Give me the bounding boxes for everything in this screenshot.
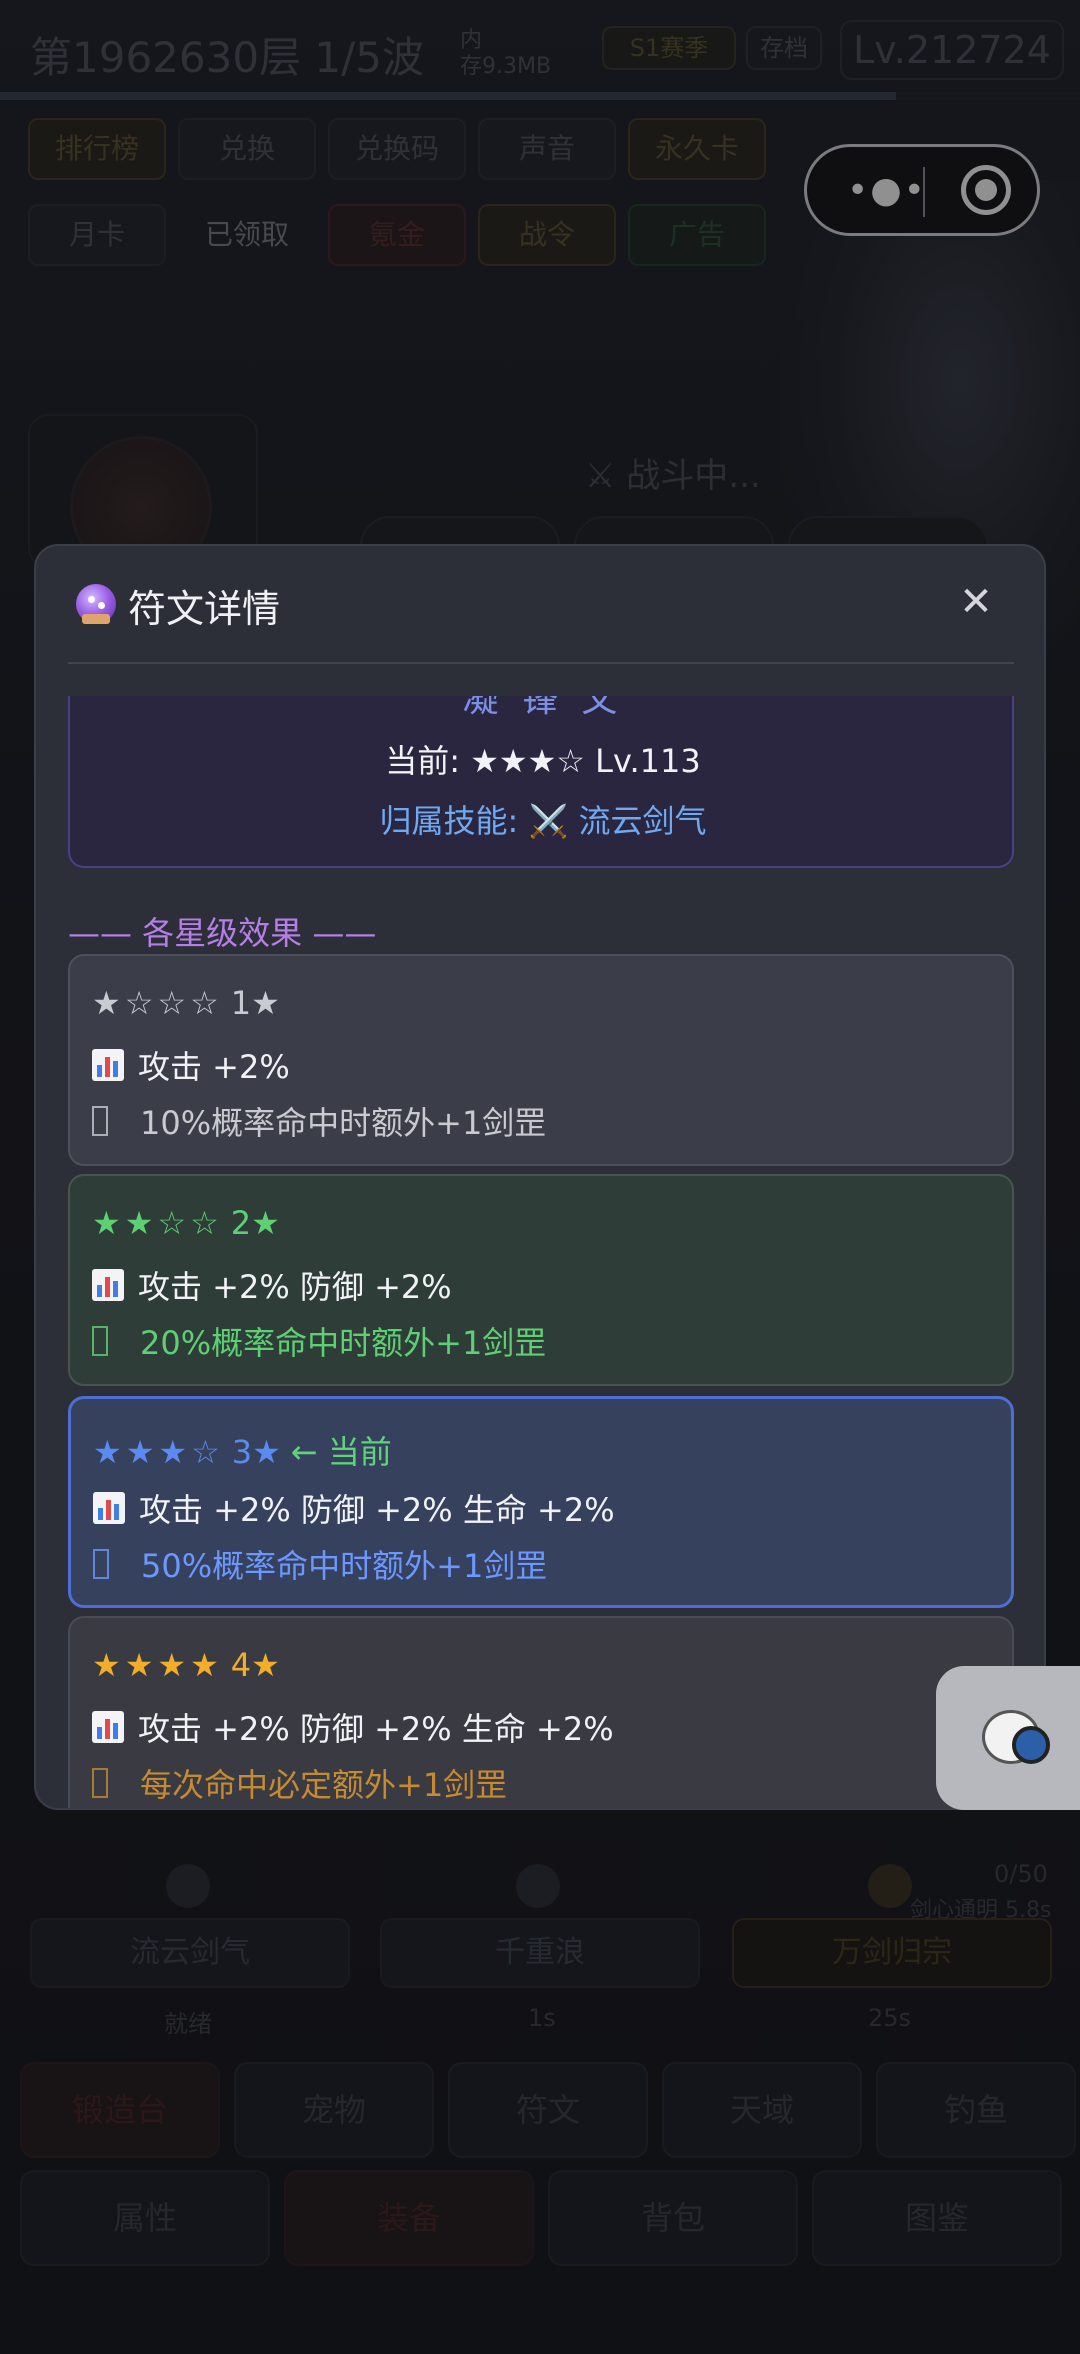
stat-bonus: 攻击 +2% 防御 +2% [92, 1262, 452, 1308]
stat-bonus: 攻击 +2% [92, 1042, 290, 1088]
bar-chart-icon [92, 1049, 124, 1081]
owner-skill-name: 流云剑气 [578, 802, 707, 840]
current-level: 当前: ★★★☆ Lv.113 [385, 742, 701, 780]
star-rating: ★★☆☆ 2★ [92, 1204, 280, 1242]
owner-skill: 归属技能: ⚔️ 流云剑气 [379, 802, 707, 840]
bar-chart-icon [92, 1269, 124, 1301]
close-button[interactable]: ✕ [952, 578, 1000, 626]
stat-bonus: 攻击 +2% 防御 +2% 生命 +2% [93, 1485, 615, 1531]
star-rating: ★★★★ 4★ [92, 1646, 280, 1684]
rune-detail-modal: 符文详情 ✕ 凝 锋 文 当前: ★★★☆ Lv.113 归属技能: ⚔️ 流云… [34, 544, 1046, 1810]
effect-icon [92, 1326, 108, 1356]
effect-icon [92, 1106, 108, 1136]
rune-name: 凝 锋 文 [462, 696, 624, 720]
modal-scroll-content[interactable]: 凝 锋 文 当前: ★★★☆ Lv.113 归属技能: ⚔️ 流云剑气 —— 各… [68, 696, 1014, 1808]
modal-header: 符文详情 ✕ [36, 546, 1044, 664]
special-effect: 每次命中必定额外+1剑罡 [92, 1760, 507, 1806]
bar-chart-icon [93, 1492, 125, 1524]
stat-bonus: 攻击 +2% 防御 +2% 生命 +2% [92, 1704, 614, 1750]
crossed-swords-icon: ⚔️ [528, 802, 569, 840]
effect-icon [92, 1768, 108, 1798]
bar-chart-icon [92, 1711, 124, 1743]
floating-assistant-button[interactable] [936, 1666, 1080, 1810]
star-level-card-2: ★★☆☆ 2★ 攻击 +2% 防御 +2% 20%概率命中时额外+1剑罡 [68, 1174, 1014, 1386]
current-tag: ← 当前 [290, 1433, 392, 1471]
star-rating: ★☆☆☆ 1★ [92, 984, 280, 1022]
star-level-card-3-current: ★★★☆ 3★ ← 当前 攻击 +2% 防御 +2% 生命 +2% 50%概率命中时… [68, 1396, 1014, 1608]
star-rating: ★★★☆ 3★ ← 当前 [93, 1433, 392, 1471]
modal-title: 符文详情 [128, 587, 281, 631]
special-effect: 20%概率命中时额外+1剑罡 [92, 1318, 546, 1364]
star-level-card-4: ★★★★ 4★ 攻击 +2% 防御 +2% 生命 +2% 每次命中必定额外+1剑罡 [68, 1616, 1014, 1808]
special-effect: 50%概率命中时额外+1剑罡 [93, 1541, 547, 1587]
effect-icon [93, 1549, 109, 1579]
magnifier-icon [1012, 1726, 1050, 1764]
section-title: —— 各星级效果 —— [68, 914, 377, 952]
rune-summary-card: 凝 锋 文 当前: ★★★☆ Lv.113 归属技能: ⚔️ 流云剑气 [68, 696, 1014, 868]
header-divider [68, 662, 1014, 664]
star-level-card-1: ★☆☆☆ 1★ 攻击 +2% 10%概率命中时额外+1剑罡 [68, 954, 1014, 1166]
special-effect: 10%概率命中时额外+1剑罡 [92, 1098, 546, 1144]
crystal-ball-icon [76, 584, 116, 624]
